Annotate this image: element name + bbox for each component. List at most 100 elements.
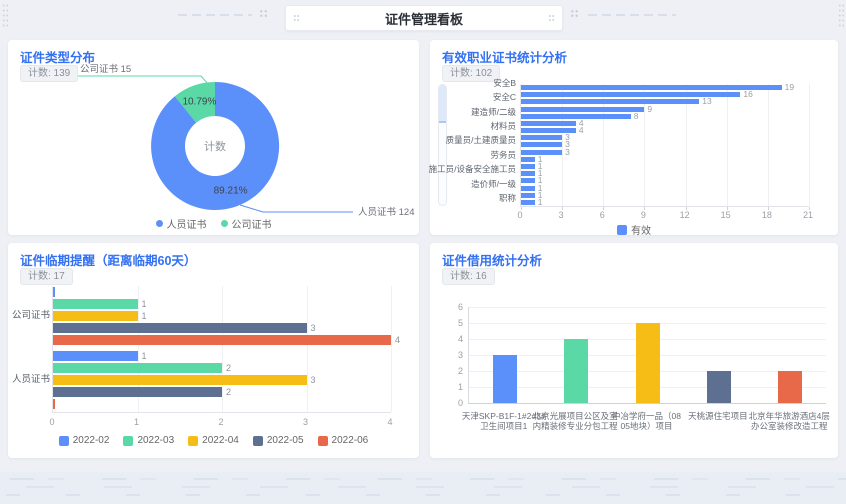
bar-value-label: 2 [226, 387, 231, 397]
bar-value-label: 3 [311, 323, 316, 333]
bar-value-label: 3 [565, 150, 570, 155]
bar-item-16[interactable] [521, 193, 535, 198]
bar-item-6[interactable] [521, 121, 576, 126]
card-cert-type-distribution: 89.21%人员证书 12410.79%公司证书 15计数人员证书公司证书 证件… [8, 40, 419, 235]
expiry-legend: 2022-02 2022-03 2022-04 2022-05 2022-06 [16, 435, 411, 446]
legend-label: 有效 [631, 222, 651, 237]
x-axis-tick-label: 15 [721, 210, 731, 220]
y-axis-category-label: 劳务员 [428, 152, 516, 159]
legend-swatch [318, 436, 328, 446]
x-axis-tick-label: 21 [803, 210, 813, 220]
bar-project-5[interactable] [778, 371, 802, 403]
bar-value-label: 16 [743, 92, 752, 97]
bar-value-label: 1 [142, 351, 147, 361]
count-badge: 计数: 139 [20, 65, 78, 82]
label-leader-line [240, 205, 353, 212]
y-axis-category-label: 造价师/一级 [428, 181, 516, 188]
bar-建造师/二级[interactable] [521, 114, 631, 119]
bar-value-label: 3 [311, 375, 316, 385]
bar-施工员/设备安全施工员[interactable] [521, 171, 535, 176]
bar-project-3[interactable] [636, 323, 660, 403]
bar-project-1[interactable] [493, 355, 517, 403]
y-axis-category-label: 建造师/二级 [428, 109, 516, 116]
legend-item-公司证书[interactable]: 公司证书 [221, 216, 272, 231]
bar-item-14[interactable] [521, 178, 535, 183]
card-title: 证件借用统计分析 [442, 250, 542, 269]
card-title: 证件类型分布 [20, 47, 95, 66]
bar-劳务员[interactable] [521, 157, 535, 162]
y-axis-tick-label: 0 [438, 398, 463, 408]
bar-value-label: 13 [702, 99, 711, 104]
y-axis-tick-label: 2 [438, 366, 463, 376]
legend-item-2022-05[interactable]: 2022-05 [253, 435, 304, 446]
gridline [307, 286, 308, 412]
circuit-decoration [570, 9, 579, 18]
bar-project-4[interactable] [707, 371, 731, 403]
gridline [727, 84, 728, 206]
gridline [768, 84, 769, 206]
bar-value-label: 1 [142, 299, 147, 309]
gridline [469, 307, 826, 308]
bar-2022-03-personnel[interactable] [53, 363, 222, 373]
legend-swatch [59, 436, 69, 446]
bar-安全C[interactable] [521, 99, 699, 104]
bar-item-12[interactable] [521, 164, 535, 169]
valid-legend: 有效 [438, 222, 830, 237]
donut-center-label: 计数 [204, 140, 226, 153]
y-axis-category-label: 公司证书 [10, 311, 50, 321]
card-valid-certificates: 有效职业证书统计分析 计数: 102 191613984433311111110… [430, 40, 838, 235]
bar-value-label: 9 [647, 107, 652, 112]
bar-2022-06-company[interactable] [53, 335, 391, 345]
y-axis-tick-label: 4 [438, 334, 463, 344]
legend-label: 人员证书 [167, 216, 207, 231]
legend-swatch [156, 220, 163, 227]
bar-2022-06-personnel[interactable] [53, 399, 55, 409]
legend-label: 2022-03 [137, 435, 174, 446]
circuit-decoration [588, 14, 676, 16]
bar-item-4[interactable] [521, 107, 644, 112]
legend-item-2022-03[interactable]: 2022-03 [123, 435, 174, 446]
bar-2022-03-company[interactable] [53, 299, 138, 309]
legend-swatch [188, 436, 198, 446]
bar-plot-area: 19161398443331111111 [520, 84, 809, 207]
legend-item-2022-04[interactable]: 2022-04 [188, 435, 239, 446]
legend-item-人员证书[interactable]: 人员证书 [156, 216, 207, 231]
x-axis-tick-label: 0 [49, 417, 54, 427]
x-axis-tick-label: 9 [641, 210, 646, 220]
bar-item-8[interactable] [521, 135, 562, 140]
legend-item-有效[interactable]: 有效 [617, 222, 651, 237]
x-axis-category-label: 北京年华旅游酒店4层 办公室装修改造工程 [744, 411, 835, 431]
card-title: 有效职业证书统计分析 [442, 47, 567, 66]
x-axis-tick-label: 18 [762, 210, 772, 220]
dashboard-title-box: 证件管理看板 [285, 5, 563, 31]
label-leader-line [78, 76, 209, 85]
bar-职称[interactable] [521, 200, 535, 205]
circuit-decoration [293, 14, 300, 22]
bar-2022-05-company[interactable] [53, 323, 307, 333]
legend-item-2022-02[interactable]: 2022-02 [59, 435, 110, 446]
y-axis-category-label: 安全B [428, 80, 516, 87]
bar-2022-05-personnel[interactable] [53, 387, 222, 397]
y-axis-category-label: 施工员/设备安全施工员 [428, 166, 516, 173]
bar-2022-02-company[interactable] [53, 287, 55, 297]
column-plot-area [468, 307, 826, 404]
y-axis-tick-label: 5 [438, 318, 463, 328]
slice-percent-label: 89.21% [214, 185, 248, 196]
bar-2022-04-company[interactable] [53, 311, 138, 321]
bar-造价师/一级[interactable] [521, 186, 535, 191]
legend-label: 2022-05 [267, 435, 304, 446]
bar-2022-04-personnel[interactable] [53, 375, 307, 385]
datazoom-selected-range[interactable] [439, 85, 446, 123]
legend-swatch [617, 225, 627, 235]
circuit-decoration-strip [0, 472, 846, 504]
legend-item-2022-06[interactable]: 2022-06 [318, 435, 369, 446]
circuit-decoration [178, 14, 252, 16]
legend-swatch [221, 220, 228, 227]
bar-project-2[interactable] [564, 339, 588, 403]
circuit-decoration [2, 3, 8, 29]
bar-质量员/土建质量员[interactable] [521, 142, 562, 147]
bar-2022-02-personnel[interactable] [53, 351, 138, 361]
legend-swatch [253, 436, 263, 446]
legend-label: 2022-06 [332, 435, 369, 446]
x-axis-tick-label: 3 [303, 417, 308, 427]
